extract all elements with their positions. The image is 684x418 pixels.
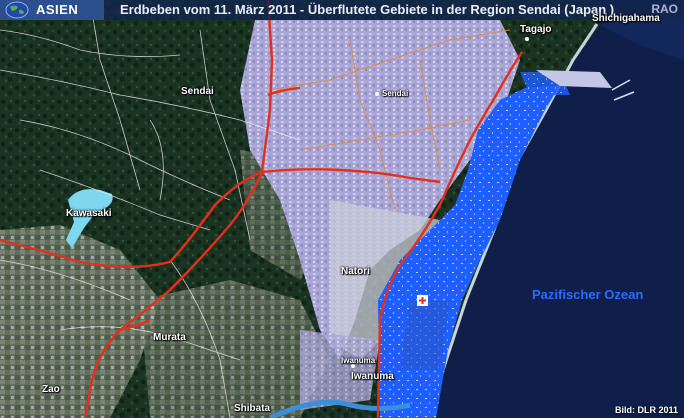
place-label-shichigahama: Shichigahama — [592, 13, 660, 24]
place-label-zao: Zao — [42, 384, 60, 395]
globe-icon — [5, 1, 29, 19]
place-label-tagajo: Tagajo — [520, 24, 552, 35]
place-label-natori: Natori — [341, 266, 370, 277]
airport-icon — [417, 295, 428, 306]
place-label-sendai-city: Sendai — [382, 89, 409, 98]
place-label-kawasaki: Kawasaki — [66, 208, 112, 219]
map-title: Erdbeben vom 11. März 2011 - Überflutete… — [120, 2, 615, 17]
place-label-shibata: Shibata — [234, 403, 271, 414]
sendai-city-marker — [375, 92, 379, 96]
region-label: ASIEN — [36, 2, 79, 17]
place-label-iwanuma-small: Iwanuma — [341, 356, 376, 365]
place-label-iwanuma: Iwanuma — [351, 371, 394, 382]
region-tab: ASIEN — [0, 0, 104, 20]
map-view: ASIEN Erdbeben vom 11. März 2011 - Überf… — [0, 0, 684, 418]
place-label-murata: Murata — [153, 332, 186, 343]
tagajo-marker — [525, 37, 529, 41]
place-label-sendai-region: Sendai — [181, 86, 214, 97]
ocean-label: Pazifischer Ozean — [532, 287, 644, 302]
image-credit: Bild: DLR 2011 — [614, 405, 678, 415]
